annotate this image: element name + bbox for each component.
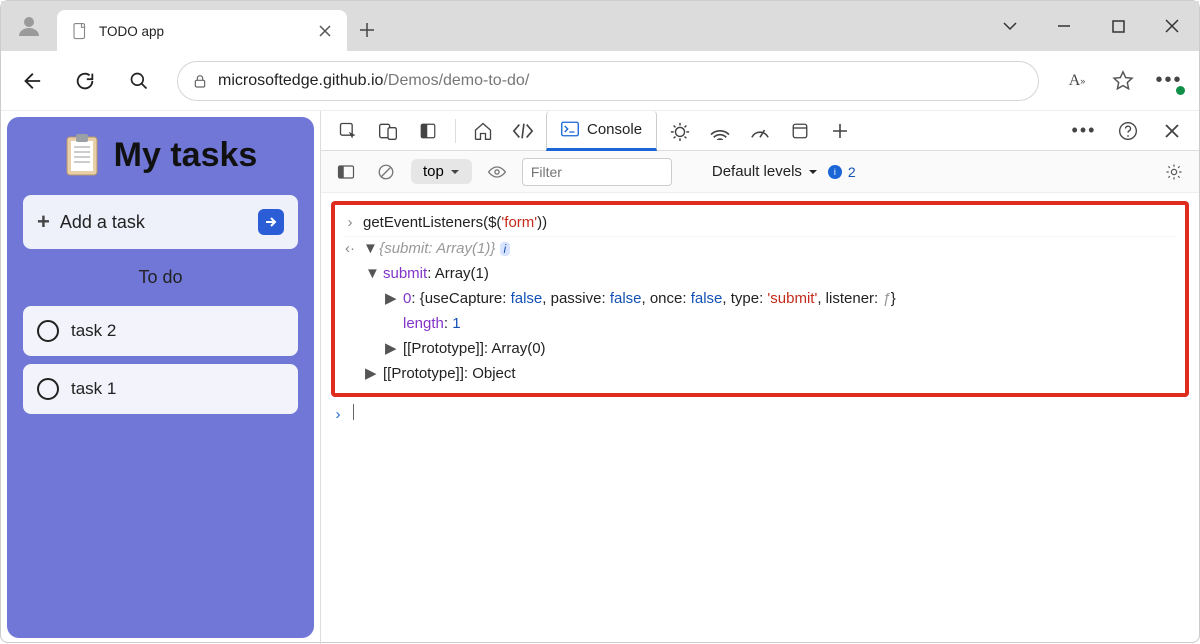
content-row: My tasks + Add a task To do task 2 task … [1,111,1199,644]
devtools-more-icon[interactable]: ••• [1067,114,1101,148]
console-input-line: › getEventListeners($('form')) [343,211,1177,237]
live-expression-icon[interactable] [482,157,512,187]
more-tabs-icon[interactable] [823,114,857,148]
task-name: task 1 [71,379,116,399]
prompt-caret-icon: › [331,404,345,426]
task-checkbox[interactable] [37,378,59,400]
todo-header: My tasks [23,133,298,177]
expand-icon[interactable]: ▶ [365,363,377,385]
chevron-down-icon [808,167,818,177]
welcome-tab-icon[interactable] [466,114,500,148]
add-task-label: Add a task [60,212,145,233]
todo-app-panel: My tasks + Add a task To do task 2 task … [7,117,314,638]
console-output-line[interactable]: length: 1 [343,312,1177,337]
window-caret-icon[interactable] [983,1,1037,51]
url-text: microsoftedge.github.io/Demos/demo-to-do… [218,72,529,90]
tab-console[interactable]: Console [546,111,657,151]
log-levels-selector[interactable]: Default levels [712,163,818,180]
clipboard-icon [64,133,100,177]
url-box[interactable]: microsoftedge.github.io/Demos/demo-to-do… [177,61,1039,101]
console-output-line[interactable]: ▶ 0: {useCapture: false, passive: false,… [343,287,1177,312]
highlighted-output: › getEventListeners($('form')) ‹· ▼ {sub… [331,201,1189,397]
task-checkbox[interactable] [37,320,59,342]
issue-dot-icon: i [828,165,842,179]
new-tab-button[interactable] [347,9,387,51]
expand-icon[interactable]: ▼ [363,238,375,260]
read-aloud-icon[interactable]: A» [1061,65,1093,97]
tab-title: TODO app [99,24,307,39]
network-tab-icon[interactable] [703,114,737,148]
context-selector[interactable]: top [411,159,472,184]
devtools-panel: Console ••• top Default l [320,111,1199,644]
devtools-tabbar: Console ••• [321,111,1199,151]
expand-icon[interactable]: ▼ [365,263,377,285]
more-icon[interactable]: ••• [1153,65,1185,97]
console-sidebar-toggle[interactable] [331,157,361,187]
chevron-down-icon [450,167,460,177]
window-maximize-button[interactable] [1091,1,1145,51]
task-item[interactable]: task 1 [23,364,298,414]
plus-icon: + [37,209,50,235]
console-output-line[interactable]: ▶ [[Prototype]]: Object [343,362,1177,387]
submit-task-button[interactable] [258,209,284,235]
favorite-icon[interactable] [1107,65,1139,97]
help-icon[interactable] [1111,114,1145,148]
panel-toggle-icon[interactable] [411,114,445,148]
console-tab-label: Console [587,121,642,138]
task-name: task 2 [71,321,116,341]
console-body: › getEventListeners($('form')) ‹· ▼ {sub… [321,193,1199,644]
sources-tab-icon[interactable] [663,114,697,148]
console-toolbar: top Default levels i 2 [321,151,1199,193]
refresh-button[interactable] [69,65,101,97]
task-item[interactable]: task 2 [23,306,298,356]
back-button[interactable] [15,65,47,97]
device-toggle-icon[interactable] [371,114,405,148]
window-close-button[interactable] [1145,1,1199,51]
performance-tab-icon[interactable] [743,114,777,148]
input-caret-icon: › [343,212,357,234]
address-bar: microsoftedge.github.io/Demos/demo-to-do… [1,51,1199,111]
console-output-line[interactable]: ▼ submit: Array(1) [343,262,1177,287]
devtools-close-icon[interactable] [1155,114,1189,148]
add-task-input[interactable]: + Add a task [23,195,298,249]
page-title: My tasks [114,136,258,175]
clear-console-icon[interactable] [371,157,401,187]
console-output-line[interactable]: ▶ [[Prototype]]: Array(0) [343,337,1177,362]
profile-button[interactable] [1,1,57,51]
close-tab-icon[interactable] [317,23,333,39]
todo-section-label: To do [23,267,298,288]
window-controls [983,1,1199,51]
title-bar: TODO app [1,1,1199,51]
filter-input[interactable] [522,158,672,186]
file-icon [71,22,89,40]
elements-tab-icon[interactable] [506,114,540,148]
window-minimize-button[interactable] [1037,1,1091,51]
console-output-line[interactable]: ‹· ▼ {submit: Array(1)} i [343,237,1177,262]
browser-tab[interactable]: TODO app [57,10,347,52]
application-tab-icon[interactable] [783,114,817,148]
console-prompt[interactable]: › [331,403,1189,428]
inspect-element-icon[interactable] [331,114,365,148]
output-caret-icon: ‹· [343,238,357,260]
console-icon [561,121,579,137]
expand-icon[interactable]: ▶ [385,338,397,360]
info-badge-icon[interactable]: i [500,242,511,256]
search-icon[interactable] [123,65,155,97]
issues-counter[interactable]: i 2 [828,164,856,180]
console-settings-icon[interactable] [1159,157,1189,187]
expand-icon[interactable]: ▶ [385,288,397,310]
lock-icon [192,73,208,89]
